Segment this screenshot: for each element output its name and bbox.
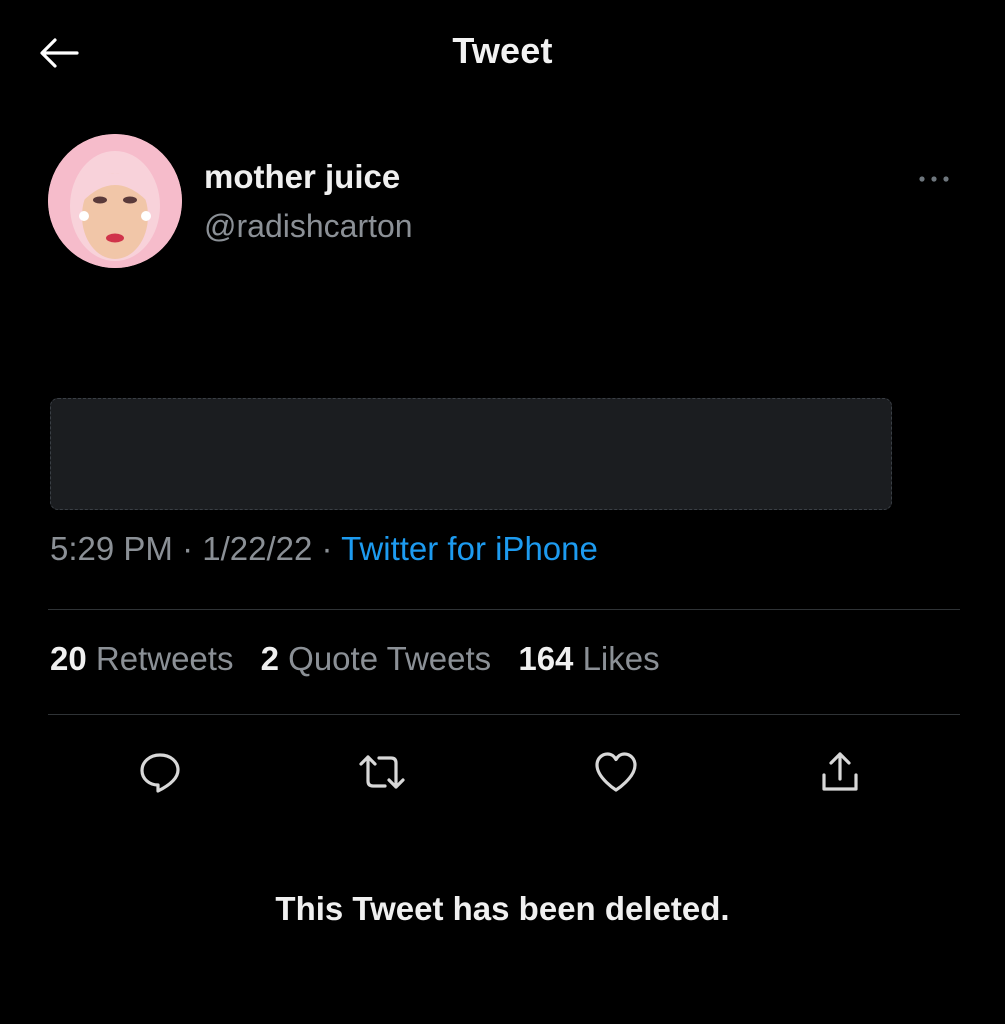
retweets-stat[interactable]: 20 Retweets	[50, 640, 233, 677]
quote-tweets-label: Quote Tweets	[288, 640, 492, 677]
quote-tweets-count: 2	[260, 640, 279, 677]
avatar[interactable]	[48, 134, 182, 268]
tweet-time[interactable]: 5:29 PM	[50, 530, 173, 567]
deleted-notice: This Tweet has been deleted.	[275, 890, 730, 927]
retweets-count: 20	[50, 640, 87, 677]
retweet-button[interactable]	[352, 744, 412, 800]
top-bar: Tweet	[0, 0, 1005, 110]
tweet-date[interactable]: 1/22/22	[202, 530, 312, 567]
tweet-text-redacted	[50, 398, 892, 510]
share-button[interactable]	[810, 744, 870, 800]
like-icon	[595, 752, 637, 792]
quote-tweets-stat[interactable]: 2 Quote Tweets	[261, 640, 492, 677]
likes-count: 164	[518, 640, 574, 677]
tweet-text	[50, 336, 950, 527]
share-icon	[822, 752, 858, 791]
retweets-label: Retweets	[95, 640, 234, 677]
divider	[48, 714, 960, 715]
like-button[interactable]	[586, 744, 646, 800]
meta-separator: ·	[172, 530, 203, 567]
more-icon	[919, 176, 949, 182]
author-name[interactable]: mother juice	[204, 158, 400, 196]
page-title: Tweet	[452, 30, 553, 71]
tweet-meta: 5:29 PM · 1/22/22 · Twitter for iPhone	[50, 530, 598, 568]
engagement-stats: 20 Retweets 2 Quote Tweets 164 Likes	[50, 640, 678, 678]
tweet-source-link[interactable]: Twitter for iPhone	[341, 530, 598, 567]
reply-icon	[140, 753, 180, 793]
divider	[48, 609, 960, 610]
more-options-button[interactable]	[912, 164, 956, 194]
avatar-image	[48, 134, 182, 268]
author-handle[interactable]: @radishcarton	[204, 208, 413, 245]
likes-label: Likes	[582, 640, 660, 677]
meta-separator: ·	[312, 530, 342, 567]
retweet-icon	[359, 755, 405, 789]
reply-button[interactable]	[130, 744, 190, 800]
likes-stat[interactable]: 164 Likes	[518, 640, 659, 677]
